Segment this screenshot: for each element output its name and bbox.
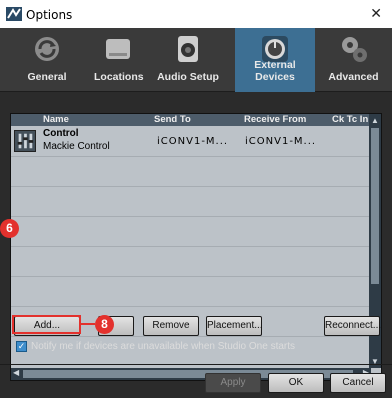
column-header-name[interactable]: Name <box>43 114 69 125</box>
device-model: Mackie Control <box>43 141 110 152</box>
add-highlight <box>12 315 81 334</box>
window-title: Options <box>26 8 73 22</box>
tab-label: Advanced <box>328 71 379 83</box>
device-send-to: iCONV1-M... <box>157 136 229 147</box>
tab-external-devices[interactable]: External Devices <box>235 28 315 92</box>
refresh-icon <box>35 37 59 61</box>
apply-button[interactable]: Apply <box>205 373 261 393</box>
remove-button[interactable]: Remove <box>143 316 199 336</box>
close-icon[interactable]: ✕ <box>370 5 382 22</box>
divider <box>0 364 392 365</box>
reconnect-button[interactable]: Reconnect... <box>324 316 381 336</box>
scroll-up-icon[interactable]: ▲ <box>371 116 379 125</box>
row-divider <box>11 216 371 217</box>
callout-marker: 6 <box>0 219 19 238</box>
tab-label: Locations <box>94 71 144 83</box>
drive-icon <box>105 39 130 59</box>
row-divider <box>11 186 371 187</box>
tab-label: General <box>27 71 67 83</box>
row-divider <box>11 276 371 277</box>
tab-label: Audio Setup <box>157 71 219 83</box>
speaker-icon <box>178 36 198 62</box>
category-tabs: General Locations Audio Setup External D… <box>0 28 392 92</box>
row-divider <box>11 246 371 247</box>
callout-connector <box>81 323 95 325</box>
notify-checkbox[interactable]: ✓ <box>16 341 27 352</box>
column-header-send-to[interactable]: Send To <box>154 114 191 125</box>
cancel-button[interactable]: Cancel <box>330 373 386 393</box>
device-name: Control <box>43 128 79 139</box>
row-divider <box>11 336 371 337</box>
app-logo-icon <box>6 7 22 21</box>
notify-label[interactable]: Notify me if devices are unavailable whe… <box>31 341 295 352</box>
control-surface-icon <box>14 130 36 152</box>
column-header-receive-from[interactable]: Receive From <box>244 114 306 125</box>
column-header-ck-tc-in[interactable]: Ck Tc In <box>332 114 368 125</box>
tab-audio-setup[interactable]: Audio Setup <box>141 28 235 92</box>
placement-button[interactable]: Placement... <box>206 316 263 336</box>
list-header: Name Send To Receive From Ck Tc In <box>11 114 371 126</box>
callout-marker: 8 <box>95 315 114 334</box>
device-receive-from: iCONV1-M... <box>245 136 317 147</box>
device-row[interactable]: Control Mackie Control iCONV1-M... iCONV… <box>11 126 371 156</box>
row-divider <box>11 306 371 307</box>
tab-locations[interactable]: Locations <box>94 28 144 92</box>
gears-icon <box>341 37 367 62</box>
ok-button[interactable]: OK <box>268 373 324 393</box>
title-bar: Options ✕ <box>0 0 392 28</box>
tab-label: External Devices <box>254 59 296 83</box>
tab-general[interactable]: General <box>0 28 94 92</box>
scroll-left-icon[interactable]: ◀ <box>13 368 19 377</box>
external-devices-panel: Name Send To Receive From Ck Tc In Contr… <box>0 92 392 398</box>
tab-advanced[interactable]: Advanced <box>315 28 392 92</box>
row-divider <box>11 156 371 157</box>
scroll-thumb[interactable] <box>371 128 379 284</box>
